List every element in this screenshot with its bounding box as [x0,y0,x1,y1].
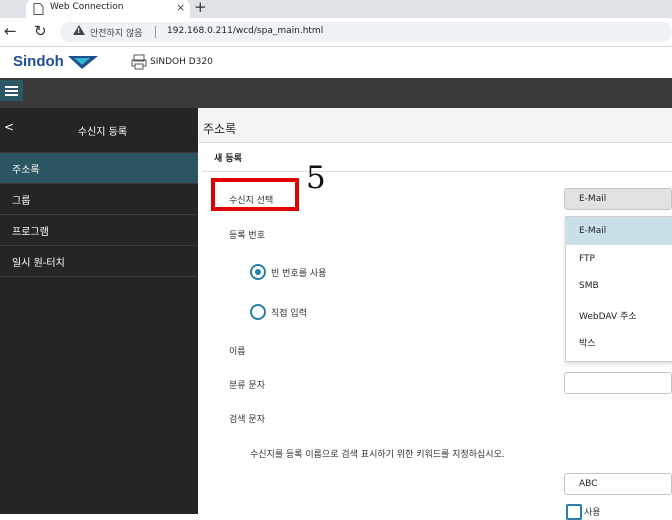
sindoh-logo: Sindoh [13,53,64,70]
app-header [0,47,672,78]
option-label: E-Mail [579,226,607,236]
reg-no-label: 등록 번호 [229,231,265,241]
search-label: 검색 문자 [229,415,265,425]
sidebar-item-program[interactable]: 프로그램 [0,215,198,246]
printer-icon [131,54,147,70]
top-bar [0,78,672,108]
radio-empty-number[interactable] [250,264,266,280]
option-label: SMB [579,281,599,291]
use-checkbox-label: 사용 [584,508,601,518]
use-checkbox[interactable] [566,504,582,520]
tab-close-icon[interactable]: × [176,1,185,14]
option-label: FTP [579,254,595,264]
reload-icon[interactable]: ↻ [34,22,47,40]
device-name: SINDOH D320 [150,57,213,67]
sidebar-title: 수신지 등록 [77,127,128,138]
divider [155,26,156,38]
step-number: 5 [306,160,326,196]
radio-empty-number-label: 빈 번호를 사용 [271,269,327,279]
option-label: 박스 [579,339,596,349]
destination-select-value: E-Mail [579,194,607,204]
radio-direct-input-label: 직접 입력 [271,309,307,319]
tab-title: Web Connection [50,2,124,12]
page-icon [33,3,44,15]
new-tab-icon[interactable]: + [194,0,207,16]
sidebar-item-address-book[interactable]: 주소록 [0,153,198,184]
url-text[interactable]: 192.168.0.211/wcd/spa_main.html [167,26,323,36]
main-title-bar [198,108,672,143]
section-title: 새 등록 [214,154,242,164]
sidebar-item-label: 주소록 [12,165,40,176]
security-status[interactable]: 안전하지 않음 [90,26,143,39]
class-label: 분류 문자 [229,381,265,391]
warning-mark: ! [77,27,81,35]
hamburger-menu-icon[interactable] [0,80,23,101]
sindoh-logo-mark [68,56,98,69]
option-box[interactable]: 박스 [565,327,672,355]
option-label: WebDAV 주소 [579,312,637,322]
option-ftp[interactable]: FTP [565,245,672,273]
url-input[interactable] [60,22,672,42]
sidebar-item-group[interactable]: 그룹 [0,184,198,215]
option-webdav[interactable]: WebDAV 주소 [565,300,672,328]
search-hint: 수신지를 등록 이름으로 검색 표시하기 위한 키워드를 지정하십시오. [250,450,505,460]
sidebar-item-label: 프로그램 [12,227,49,238]
option-email[interactable]: E-Mail [565,217,672,245]
section-header [202,143,672,172]
class-input[interactable] [564,372,672,394]
page-title: 주소록 [203,122,237,136]
sidebar-item-label: 그룹 [12,196,31,207]
sidebar-item-label: 일시 원-터치 [12,258,65,269]
highlight-box [211,178,299,211]
back-arrow-icon[interactable]: ← [4,22,17,40]
name-label: 이름 [229,347,246,357]
radio-direct-input[interactable] [250,304,266,320]
sidebar-item-temp-one-touch[interactable]: 일시 원-터치 [0,246,198,277]
search-char-value: ABC [579,479,598,489]
option-smb[interactable]: SMB [565,272,672,300]
